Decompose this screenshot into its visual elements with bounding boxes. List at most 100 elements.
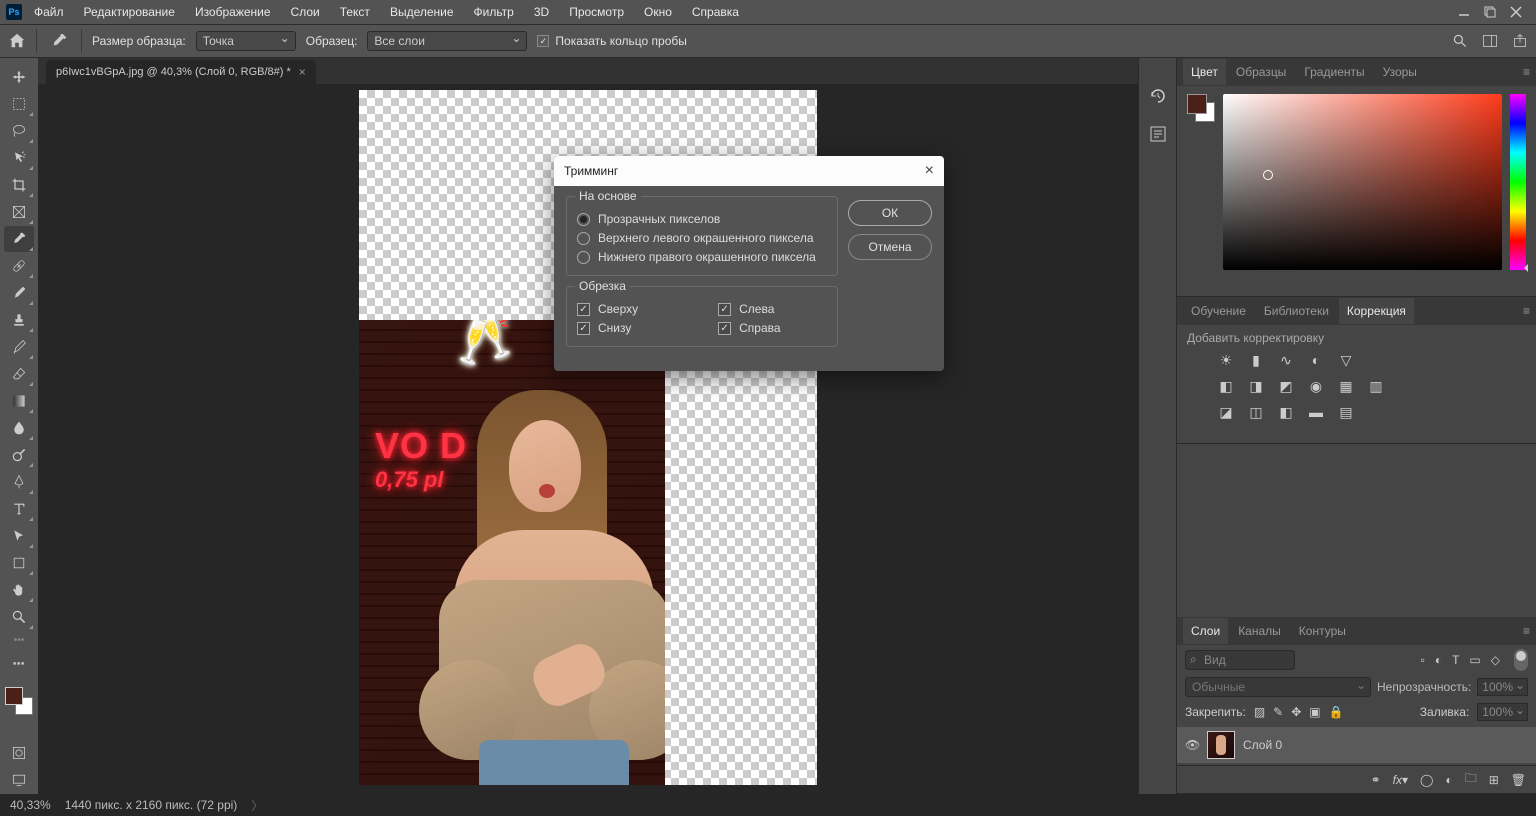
tab-patterns[interactable]: Узоры	[1375, 59, 1425, 85]
color-picker-field[interactable]	[1223, 94, 1502, 270]
lock-position-icon[interactable]: ✥	[1291, 705, 1301, 719]
new-layer-icon[interactable]: ⊞	[1489, 773, 1499, 787]
sample-layers-dropdown[interactable]: Все слои	[367, 31, 527, 51]
tab-gradients[interactable]: Градиенты	[1296, 59, 1372, 85]
quickmask-icon[interactable]	[4, 740, 34, 766]
tab-layers[interactable]: Слои	[1183, 618, 1228, 644]
cancel-button[interactable]: Отмена	[848, 234, 932, 260]
adj-posterize-icon[interactable]: ◫	[1247, 403, 1265, 421]
adj-curves-icon[interactable]: ∿	[1277, 351, 1295, 369]
blend-mode-dropdown[interactable]: Обычные	[1185, 677, 1371, 697]
filter-toggle[interactable]	[1514, 649, 1528, 671]
workspace-icon[interactable]	[1482, 33, 1498, 49]
history-icon[interactable]	[1148, 86, 1168, 106]
blur-tool[interactable]	[4, 415, 34, 441]
search-icon[interactable]	[1452, 33, 1468, 49]
marquee-tool[interactable]	[4, 91, 34, 117]
zoom-tool[interactable]	[4, 604, 34, 630]
dialog-titlebar[interactable]: Тримминг ×	[554, 156, 944, 186]
shape-tool[interactable]	[4, 550, 34, 576]
eraser-tool[interactable]	[4, 361, 34, 387]
adj-channelmixer-icon[interactable]: ▦	[1337, 377, 1355, 395]
tab-swatches[interactable]: Образцы	[1228, 59, 1294, 85]
filter-pixel-icon[interactable]: ▫	[1421, 653, 1425, 667]
home-icon[interactable]	[8, 32, 26, 50]
menu-select[interactable]: Выделение	[382, 2, 462, 22]
adjustment-layer-icon[interactable]: ◐	[1445, 773, 1452, 787]
lasso-tool[interactable]	[4, 118, 34, 144]
screenmode-icon[interactable]	[4, 767, 34, 793]
filter-shape-icon[interactable]: ▭	[1469, 653, 1480, 667]
menu-3d[interactable]: 3D	[526, 2, 557, 22]
checkbox-top[interactable]	[577, 303, 590, 316]
tool-preset-icon[interactable]	[47, 29, 71, 53]
layer-thumbnail[interactable]	[1207, 731, 1235, 759]
fill-input[interactable]: 100%	[1477, 703, 1528, 721]
hand-tool[interactable]	[4, 577, 34, 603]
menu-image[interactable]: Изображение	[187, 2, 279, 22]
checkbox-bottom[interactable]	[577, 322, 590, 335]
menu-edit[interactable]: Редактирование	[76, 2, 183, 22]
menu-file[interactable]: Файл	[26, 2, 72, 22]
adj-hue-icon[interactable]: ◧	[1217, 377, 1235, 395]
panel-menu-icon[interactable]: ≡	[1523, 304, 1530, 318]
adj-photofilter-icon[interactable]: ◉	[1307, 377, 1325, 395]
eyedropper-tool[interactable]	[4, 226, 34, 252]
group-icon[interactable]: 🗀	[1465, 769, 1477, 790]
sample-size-dropdown[interactable]: Точка	[196, 31, 296, 51]
document-tab[interactable]: p6Iwc1vBGpA.jpg @ 40,3% (Слой 0, RGB/8#)…	[46, 60, 316, 84]
show-ring-checkbox[interactable]: ✓	[537, 35, 549, 47]
visibility-icon[interactable]: 👁	[1185, 738, 1199, 752]
delete-layer-icon[interactable]: 🗑	[1511, 773, 1526, 787]
tab-libraries[interactable]: Библиотеки	[1256, 298, 1337, 324]
adj-brightness-icon[interactable]: ☀	[1217, 351, 1235, 369]
dodge-tool[interactable]	[4, 442, 34, 468]
tab-color[interactable]: Цвет	[1183, 59, 1226, 85]
menu-view[interactable]: Просмотр	[561, 2, 632, 22]
filter-adjust-icon[interactable]: ◐	[1435, 653, 1442, 667]
adj-invert-icon[interactable]: ◪	[1217, 403, 1235, 421]
adj-exposure-icon[interactable]: ◐	[1307, 351, 1325, 369]
tab-adjustments[interactable]: Коррекция	[1339, 298, 1414, 324]
layer-name[interactable]: Слой 0	[1243, 738, 1282, 752]
adj-vibrance-icon[interactable]: ▽	[1337, 351, 1355, 369]
ok-button[interactable]: ОК	[848, 200, 932, 226]
share-icon[interactable]	[1512, 33, 1528, 49]
adj-selective-icon[interactable]: ▤	[1337, 403, 1355, 421]
frame-tool[interactable]	[4, 199, 34, 225]
stamp-tool[interactable]	[4, 307, 34, 333]
lock-transparency-icon[interactable]: ▨	[1254, 705, 1265, 719]
layer-item[interactable]: 👁 Слой 0	[1177, 727, 1536, 763]
move-tool[interactable]	[4, 64, 34, 90]
radio-bottomright[interactable]	[577, 251, 590, 264]
healing-tool[interactable]	[4, 253, 34, 279]
maximize-icon[interactable]	[1484, 6, 1496, 18]
adj-bw-icon[interactable]: ◩	[1277, 377, 1295, 395]
checkbox-left[interactable]	[718, 303, 731, 316]
radio-transparent[interactable]	[577, 213, 590, 226]
properties-icon[interactable]	[1148, 124, 1168, 144]
lock-pixels-icon[interactable]: ✎	[1273, 705, 1283, 719]
gradient-tool[interactable]	[4, 388, 34, 414]
hue-slider[interactable]	[1510, 94, 1526, 270]
adj-gradmap-icon[interactable]: ▬	[1307, 403, 1325, 421]
brush-tool[interactable]	[4, 280, 34, 306]
minimize-icon[interactable]	[1458, 6, 1470, 18]
type-tool[interactable]	[4, 496, 34, 522]
radio-topleft[interactable]	[577, 232, 590, 245]
edit-toolbar-icon[interactable]	[4, 650, 34, 676]
tab-channels[interactable]: Каналы	[1230, 618, 1289, 644]
menu-layer[interactable]: Слои	[283, 2, 328, 22]
crop-tool[interactable]	[4, 172, 34, 198]
close-icon[interactable]	[1510, 6, 1522, 18]
dialog-close-icon[interactable]: ×	[925, 162, 934, 180]
filter-type-icon[interactable]: T	[1452, 653, 1459, 667]
layer-filter-dropdown[interactable]: Вид	[1185, 650, 1295, 670]
pen-tool[interactable]	[4, 469, 34, 495]
link-layers-icon[interactable]: ⚭	[1371, 773, 1381, 787]
quick-select-tool[interactable]	[4, 145, 34, 171]
checkbox-right[interactable]	[718, 322, 731, 335]
layer-fx-icon[interactable]: fx▾	[1393, 773, 1408, 787]
zoom-level[interactable]: 40,33%	[10, 798, 51, 812]
close-tab-icon[interactable]: ×	[299, 65, 306, 79]
